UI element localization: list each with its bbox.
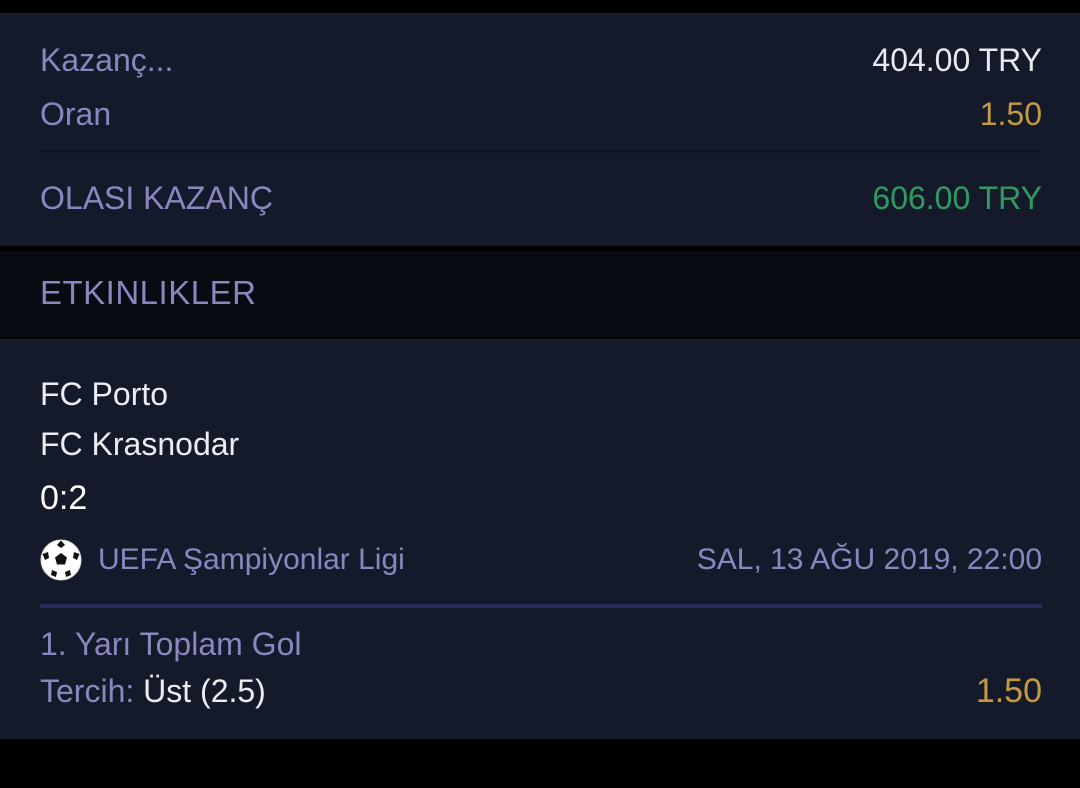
odds-row: Oran 1.50 bbox=[40, 94, 1042, 134]
pick-odds: 1.50 bbox=[975, 672, 1042, 710]
market-name: 1. Yarı Toplam Gol bbox=[40, 626, 302, 662]
odds-label: Oran bbox=[40, 96, 112, 132]
match-score: 0:2 bbox=[40, 479, 88, 517]
events-section-header: ETKINLIKLER bbox=[0, 251, 1080, 337]
stake-row: Kazanç... 404.00 TRY bbox=[40, 40, 1042, 80]
stake-value: 404.00 TRY bbox=[872, 42, 1042, 78]
bet-summary-card: Kazanç... 404.00 TRY Oran 1.50 OLASI KAZ… bbox=[0, 13, 1080, 246]
home-team: FC Porto bbox=[40, 376, 169, 412]
pick-row: Tercih: Üst (2.5) 1.50 bbox=[40, 671, 1042, 711]
odds-value: 1.50 bbox=[979, 96, 1042, 132]
soccer-ball-icon bbox=[40, 539, 82, 581]
potential-win-value: 606.00 TRY bbox=[872, 180, 1042, 216]
away-team: FC Krasnodar bbox=[40, 426, 240, 462]
events-section-title: ETKINLIKLER bbox=[40, 274, 257, 311]
league-info: UEFA Şampiyonlar Ligi bbox=[40, 539, 405, 581]
pick-value: Üst (2.5) bbox=[143, 673, 266, 709]
potential-win-label: OLASI KAZANÇ bbox=[40, 180, 273, 216]
league-name: UEFA Şampiyonlar Ligi bbox=[98, 543, 405, 576]
potential-win-row: OLASI KAZANÇ 606.00 TRY bbox=[40, 178, 1042, 218]
summary-divider bbox=[40, 150, 1042, 153]
stake-label: Kazanç... bbox=[40, 42, 174, 78]
event-divider bbox=[40, 604, 1042, 608]
bet-slip-page: Kazanç... 404.00 TRY Oran 1.50 OLASI KAZ… bbox=[0, 0, 1080, 788]
pick-label: Tercih: bbox=[40, 673, 135, 709]
pick-info: Tercih: Üst (2.5) bbox=[40, 671, 266, 711]
match-datetime: SAL, 13 AĞU 2019, 22:00 bbox=[696, 543, 1042, 576]
event-card[interactable]: FC Porto FC Krasnodar 0:2 UEFA Şampiyonl… bbox=[0, 339, 1080, 739]
league-row: UEFA Şampiyonlar Ligi SAL, 13 AĞU 2019, … bbox=[40, 538, 1042, 582]
